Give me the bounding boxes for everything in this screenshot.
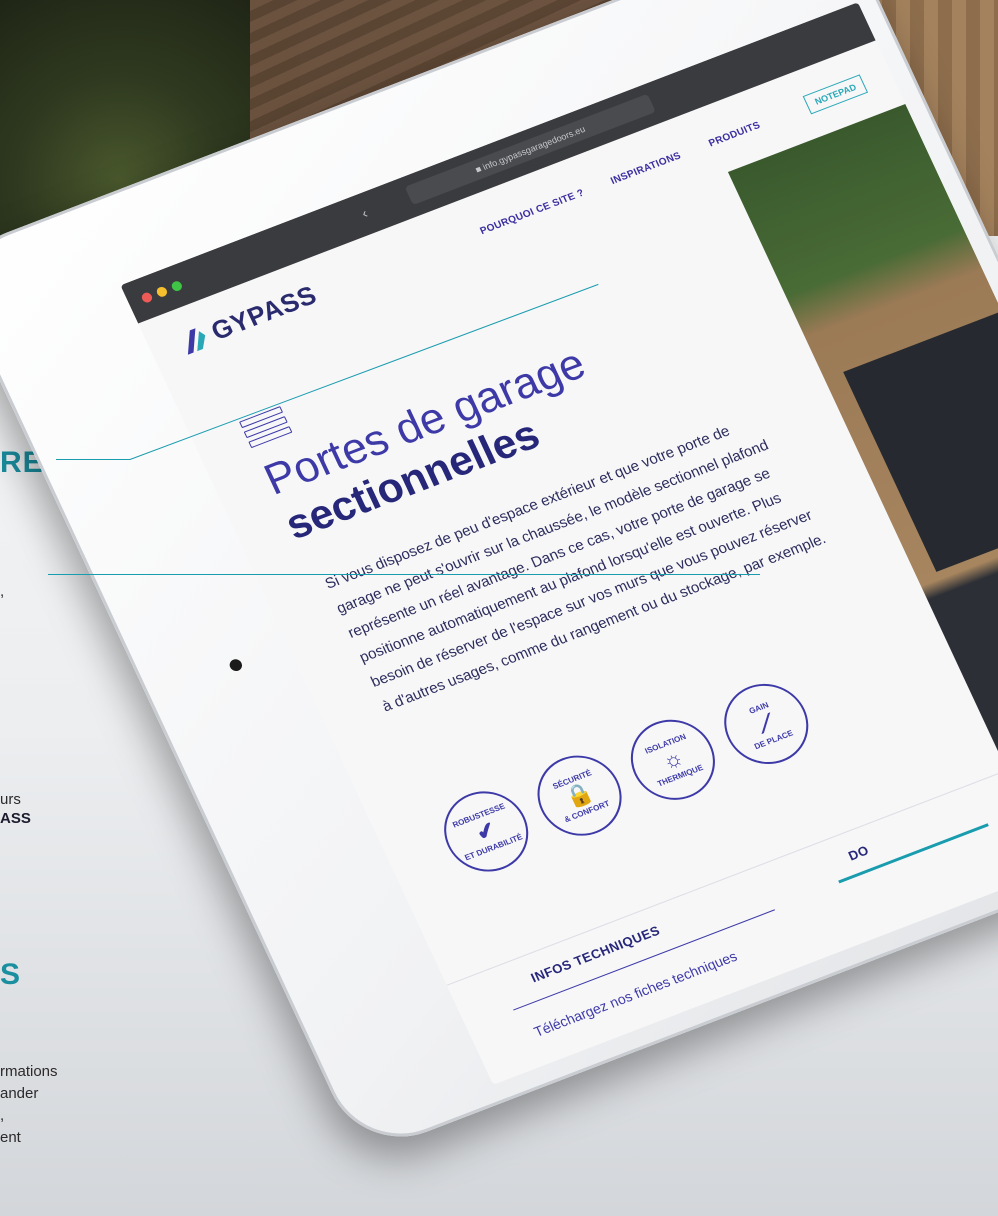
nav-inspirations[interactable]: INSPIRATIONS (609, 150, 683, 187)
logo-text: GYPASS (206, 279, 322, 346)
tab-infos-techniques[interactable]: INFOS TECHNIQUES (528, 923, 662, 986)
side-text-b: urs (0, 791, 21, 808)
tab-documents[interactable]: DO (846, 842, 871, 863)
badge-security: SÉCURITÉ 🔒 & CONFORT (523, 743, 636, 848)
side-info-line: , (0, 1107, 5, 1124)
side-info-line: ent (0, 1129, 21, 1146)
notepad-button[interactable]: NOTEPAD (802, 74, 869, 115)
nav-products[interactable]: PRODUITS (707, 120, 762, 149)
connector-line-bottom (48, 574, 760, 575)
minimize-dot[interactable] (155, 285, 169, 299)
tablet-camera (227, 657, 244, 673)
side-heading-2: S (0, 958, 22, 991)
side-info-line: rmations (0, 1063, 58, 1080)
close-dot[interactable] (140, 291, 154, 304)
badge-space-saving: GAIN ⟋ DE PLACE (710, 672, 822, 776)
side-brand-fragment: ASS (0, 810, 31, 827)
logo-mark-icon (187, 327, 206, 355)
nav-why-this-site[interactable]: POURQUOI CE SITE ? (478, 188, 586, 238)
tablet-screen: ‹ ■ info.gypassgaragedoors.eu GYPASS POU… (120, 2, 998, 1085)
badge-insulation: ISOLATION ☼ THERMIQUE (617, 707, 729, 812)
side-info-line: ander (0, 1085, 39, 1102)
side-text-a: , (0, 583, 5, 600)
back-arrow-icon[interactable]: ‹ (359, 205, 370, 221)
connector-line-top-stub (56, 459, 130, 460)
badge-robustness: ROBUSTESSE ✔ ET DURABILITÉ (430, 779, 542, 884)
maximize-dot[interactable] (170, 279, 184, 293)
